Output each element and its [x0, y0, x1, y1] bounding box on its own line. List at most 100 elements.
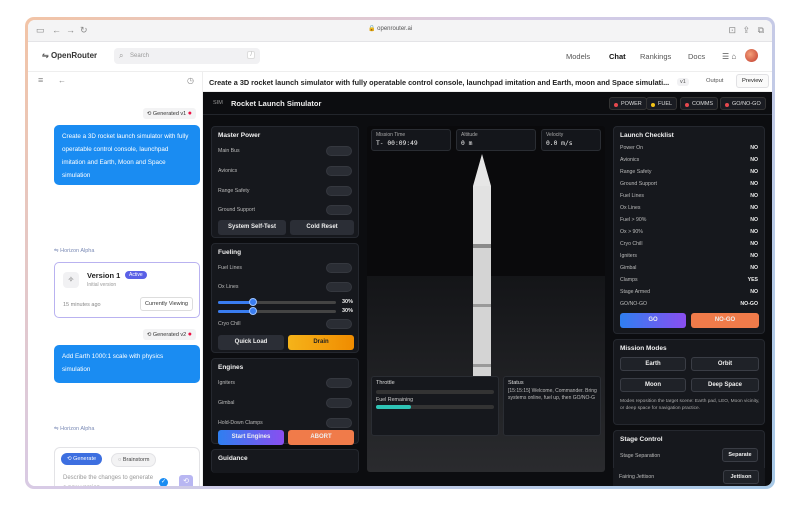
readout-label: Mission Time: [376, 132, 406, 138]
preview-tab[interactable]: Preview: [736, 74, 769, 88]
gimbal-toggle[interactable]: [326, 398, 352, 408]
send-button[interactable]: ⟲: [179, 475, 193, 486]
search-input[interactable]: ⌕ Search /: [114, 48, 260, 64]
sidebar-toggle-icon[interactable]: ▭: [36, 26, 45, 35]
throttle-slider[interactable]: [376, 390, 494, 394]
generated-tag-label: Generated v1: [152, 111, 187, 117]
share-icon[interactable]: ⇪: [742, 26, 750, 35]
status-dot: [651, 102, 655, 107]
igniters-label: Igniters: [218, 380, 236, 386]
ox-lines-toggle[interactable]: [326, 282, 352, 292]
hold-down-clamps-label: Hold-Down Clamps: [218, 420, 263, 426]
sim-badge: SIM: [213, 100, 223, 106]
fairing-jettison-label: Fairing Jettison: [619, 474, 655, 480]
jettison-button[interactable]: Jettison: [723, 470, 759, 484]
extension-icon[interactable]: ⊡: [728, 26, 736, 35]
checklist-item-label: Fuel > 90%: [620, 217, 647, 223]
drain-button[interactable]: Drain: [288, 335, 354, 350]
modes-description: Modes reposition the target scene: Earth…: [620, 399, 760, 411]
main-bus-toggle[interactable]: [326, 146, 352, 156]
back-icon[interactable]: ←: [52, 26, 61, 35]
forward-icon[interactable]: →: [66, 26, 75, 35]
fuel-slider-knob[interactable]: [249, 298, 258, 306]
fuel-percent: 30%: [341, 299, 353, 305]
generate-toggle[interactable]: ⟲ Generate: [61, 453, 103, 465]
self-test-button[interactable]: System Self-Test: [218, 220, 286, 235]
user-message-2: Add Earth 1000:1 scale with physics simu…: [54, 345, 200, 383]
panel-title: Stage Control: [620, 436, 663, 443]
brainstorm-toggle[interactable]: ◌ Brainstorm: [111, 453, 157, 467]
checklist-item-label: Gimbal: [620, 265, 637, 271]
checklist-item-label: Clamps: [620, 277, 638, 283]
orbit-mode-button[interactable]: Orbit: [691, 357, 759, 371]
tabs-icon[interactable]: ⧉: [758, 26, 764, 35]
range-safety-toggle[interactable]: [326, 186, 352, 196]
checklist-item-label: GO/NO-GO: [620, 301, 648, 307]
search-shortcut: /: [247, 51, 255, 59]
menu-toggle-icon[interactable]: ≡: [38, 75, 43, 85]
artifact-pane: Create a 3D rocket launch simulator with…: [203, 72, 772, 486]
back-arrow-icon[interactable]: ←: [58, 76, 66, 85]
menu-icon[interactable]: ☰ ⌂: [722, 52, 736, 61]
go-button[interactable]: GO: [620, 313, 686, 328]
currently-viewing-button[interactable]: Currently Viewing: [139, 297, 193, 311]
status-label: COMMS: [692, 101, 714, 107]
checklist-item-state: NO: [750, 145, 758, 151]
earth-mode-button[interactable]: Earth: [620, 357, 686, 371]
address-bar[interactable]: 🔒 openrouter.ai: [368, 25, 412, 32]
ox-percent: 30%: [341, 308, 353, 314]
checklist-item: Power On NO: [620, 145, 758, 154]
status-log: [15:15:15] Welcome, Commander. Bring sys…: [508, 388, 597, 401]
igniters-toggle[interactable]: [326, 378, 352, 388]
abort-button[interactable]: ABORT: [288, 430, 354, 445]
logo[interactable]: ⇋ OpenRouter: [42, 51, 97, 60]
history-icon[interactable]: ◷: [187, 76, 194, 85]
rocket-viewport[interactable]: Mission Time T- 00:09:49 Altitude 0 m Velo…: [367, 126, 605, 472]
simulator-header: SIM Rocket Launch Simulator POWER FUEL C…: [203, 92, 772, 115]
model-label-2: ⇋ Horizon Alpha: [54, 426, 94, 432]
stage-separation-label: Stage Separation: [620, 453, 661, 459]
moon-mode-button[interactable]: Moon: [620, 378, 686, 392]
start-engines-button[interactable]: Start Engines: [218, 430, 284, 445]
no-go-button[interactable]: NO-GO: [691, 313, 759, 328]
generated-tag-label: Generated v2: [152, 332, 187, 338]
fuel-lines-label: Fuel Lines: [218, 265, 242, 271]
checklist-item-state: NO: [750, 253, 758, 259]
nav-models[interactable]: Models: [566, 52, 590, 61]
version-subtitle: Initial version: [87, 282, 117, 288]
cold-reset-button[interactable]: Cold Reset: [290, 220, 354, 235]
checklist-item: Fuel Lines NO: [620, 193, 758, 202]
engines-panel: Engines Igniters Gimbal Hold-Down Clamps…: [211, 358, 359, 445]
status-label: FUEL: [658, 101, 673, 107]
version-card[interactable]: ✧ Version 1 Active Initial version 15 mi…: [54, 262, 200, 318]
guidance-panel: Guidance: [211, 449, 359, 473]
ox-slider-knob[interactable]: [249, 307, 258, 315]
ground-support-toggle[interactable]: [326, 205, 352, 215]
ox-slider[interactable]: [218, 307, 336, 315]
fuel-remaining-fill: [376, 405, 412, 409]
nav-rankings[interactable]: Rankings: [640, 52, 671, 61]
separate-button[interactable]: Separate: [722, 448, 758, 462]
checklist-item-state: YES: [747, 277, 758, 283]
composer-input[interactable]: Describe the changes to generate a new v…: [63, 473, 155, 486]
fuel-lines-toggle[interactable]: [326, 263, 352, 273]
avatar[interactable]: [745, 49, 758, 62]
status-go-nogo: GO/NO-GO: [720, 97, 766, 110]
output-tab[interactable]: Output: [706, 78, 723, 84]
quick-load-button[interactable]: Quick Load: [218, 335, 284, 350]
checklist-item: Range Safety NO: [620, 169, 758, 178]
reload-icon[interactable]: ↻: [80, 26, 88, 35]
nav-docs[interactable]: Docs: [688, 52, 705, 61]
cryo-chill-toggle[interactable]: [326, 319, 352, 329]
status-dot: [685, 102, 689, 107]
checklist-item-state: NO: [750, 265, 758, 271]
checklist-item: Cryo Chill NO: [620, 241, 758, 250]
panel-title: Master Power: [218, 132, 261, 139]
fuel-slider[interactable]: [218, 298, 336, 306]
sparkle-icon: ✧: [63, 272, 79, 288]
hold-down-clamps-toggle[interactable]: [326, 418, 352, 428]
fueling-panel: Fueling Fuel Lines Ox Lines 30% 30% Cryo…: [211, 243, 359, 353]
avionics-toggle[interactable]: [326, 166, 352, 176]
deep-space-mode-button[interactable]: Deep Space: [691, 378, 759, 392]
nav-chat[interactable]: Chat: [609, 52, 626, 61]
